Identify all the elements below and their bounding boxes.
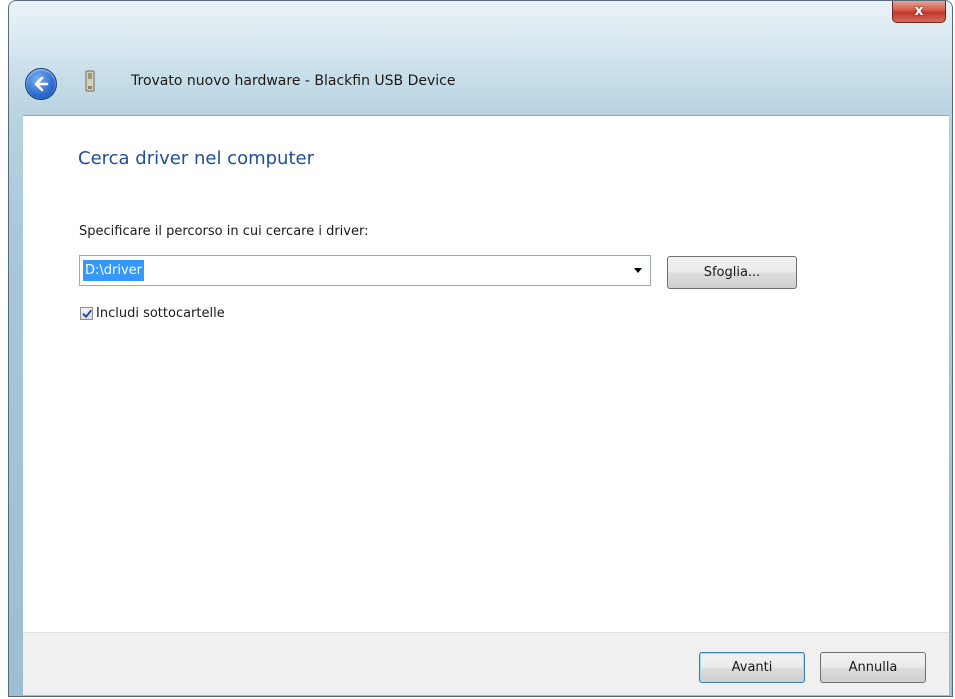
cancel-button[interactable]: Annulla (820, 652, 926, 683)
footer-bar: Avanti Annulla (23, 632, 949, 695)
title-bar: Trovato nuovo hardware - Blackfin USB De… (9, 61, 952, 111)
back-button[interactable] (25, 68, 57, 100)
include-subfolders-label: Includi sottocartelle (96, 306, 225, 321)
wizard-window: x Trovato nuovo hardware - Blackfin USB … (8, 0, 953, 697)
usb-device-icon (85, 70, 95, 92)
browse-button[interactable]: Sfoglia... (667, 256, 797, 289)
page-heading: Cerca driver nel computer (78, 148, 314, 169)
next-button[interactable]: Avanti (699, 652, 805, 683)
path-input-value[interactable]: D:\driver (83, 260, 145, 281)
content-panel: Cerca driver nel computer Specificare il… (23, 115, 949, 632)
back-arrow-icon (34, 76, 49, 92)
close-button[interactable]: x (892, 1, 946, 23)
checkmark-icon (82, 309, 92, 318)
path-combobox[interactable]: D:\driver (79, 255, 651, 286)
chevron-down-icon[interactable] (634, 268, 642, 273)
include-subfolders-checkbox[interactable] (80, 307, 93, 320)
path-label: Specificare il percorso in cui cercare i… (79, 224, 369, 239)
window-title: Trovato nuovo hardware - Blackfin USB De… (131, 73, 456, 89)
